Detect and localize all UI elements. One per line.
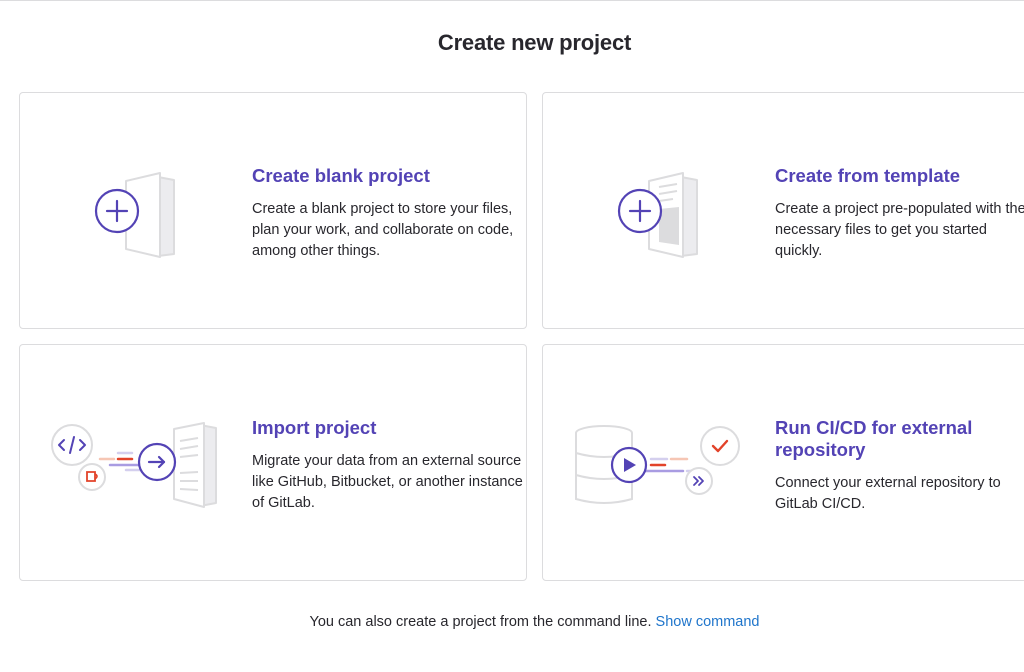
card-description: Create a blank project to store your fil… (252, 201, 514, 259)
command-line-hint-text: You can also create a project from the c… (309, 614, 652, 630)
import-project-illustration (40, 395, 240, 531)
description-line: Create a project pre-populated with the (775, 201, 1024, 217)
create-blank-project-card[interactable]: Create blank project Create a blank proj… (19, 92, 527, 329)
show-command-link[interactable]: Show command (656, 614, 760, 630)
top-divider (0, 0, 1024, 1)
card-description: Migrate your data from an external sourc… (252, 453, 523, 511)
description-line: quickly. (775, 243, 823, 259)
create-from-template-card[interactable]: Create from template Create a project pr… (542, 92, 1024, 329)
page-title: Create new project (437, 30, 632, 55)
run-cicd-external-card[interactable]: Run CI/CD for external repository Connec… (542, 344, 1024, 581)
command-line-hint: You can also create a project from the c… (0, 614, 1024, 630)
import-project-card[interactable]: Import project Migrate your data from an… (19, 344, 527, 581)
card-description: Create a project pre-populated with the n… (775, 199, 1024, 262)
card-title: Create from template (775, 165, 961, 186)
card-description: Connect your external repository to GitL… (775, 475, 1001, 512)
card-title: Run CI/CD for external repository (775, 417, 973, 460)
template-project-illustration (563, 143, 763, 279)
description-line: necessary files to get you started (775, 222, 987, 238)
cicd-external-illustration (563, 395, 763, 531)
card-title: Create blank project (252, 165, 430, 186)
card-title: Import project (252, 417, 377, 438)
blank-project-illustration (40, 143, 240, 279)
